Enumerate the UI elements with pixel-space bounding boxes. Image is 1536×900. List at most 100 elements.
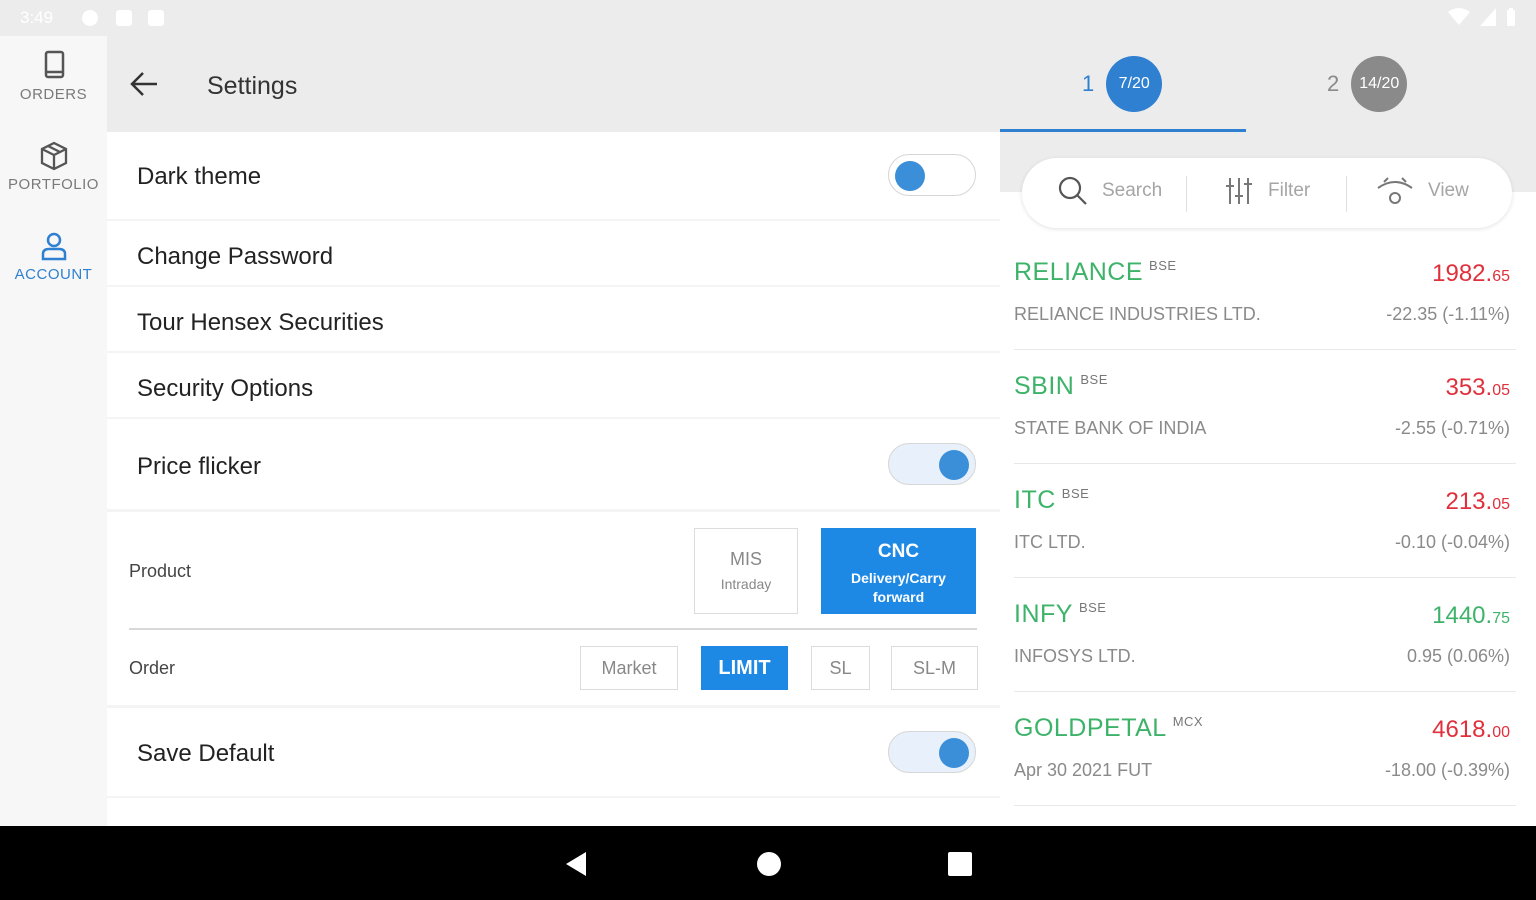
view-button[interactable]: View xyxy=(1376,176,1469,206)
tour-row[interactable]: Tour Hensex Securities xyxy=(107,287,1000,351)
search-label: Search xyxy=(1102,180,1163,201)
price-flicker-toggle[interactable] xyxy=(888,443,976,485)
nav-item-account[interactable]: ACCOUNT xyxy=(0,230,107,310)
toggle-knob xyxy=(939,738,969,768)
order-market-button[interactable]: Market xyxy=(580,646,678,690)
product-mis-button[interactable]: MIS Intraday xyxy=(694,528,798,614)
tour-label: Tour Hensex Securities xyxy=(137,309,384,336)
dark-theme-label: Dark theme xyxy=(137,163,262,190)
stock-symbol: RELIANCE BSE xyxy=(1014,258,1177,286)
stock-price: 1982.65 xyxy=(1432,260,1510,287)
filter-label: Filter xyxy=(1268,180,1311,201)
stock-name: STATE BANK OF INDIA xyxy=(1014,418,1207,438)
product-cnc-button[interactable]: CNC Delivery/Carry forward xyxy=(821,528,976,614)
recents-nav-button[interactable] xyxy=(948,852,972,876)
watchlist-item[interactable]: GOLDPETAL MCX Apr 30 2021 FUT 4618.00 -18… xyxy=(1014,692,1516,806)
stock-price: 1440.75 xyxy=(1432,602,1510,629)
watchlist-item[interactable]: RELIANCE BSE RELIANCE INDUSTRIES LTD. 198… xyxy=(1014,236,1516,350)
wifi-icon xyxy=(1448,8,1470,25)
product-mis-title: MIS xyxy=(729,549,762,569)
nav-label-orders: ORDERS xyxy=(19,86,88,103)
settings-row-partial xyxy=(107,798,1000,826)
divider xyxy=(129,628,977,630)
stock-symbol: INFY BSE xyxy=(1014,600,1107,628)
price-flicker-row: Price flicker xyxy=(107,419,1000,509)
change-password-label: Change Password xyxy=(137,243,334,270)
tab-watchlist-1[interactable]: 1 7/20 xyxy=(1082,56,1163,112)
stock-name: ITC LTD. xyxy=(1014,532,1086,552)
view-icon xyxy=(1377,177,1413,204)
nav-label-account: ACCOUNT xyxy=(14,266,93,283)
exchange-tag: BSE xyxy=(1149,258,1177,273)
save-default-label: Save Default xyxy=(137,740,275,767)
toggle-knob xyxy=(895,161,925,191)
user-icon xyxy=(41,232,66,261)
stock-change: -22.35 (-1.11%) xyxy=(1386,304,1510,324)
watchlist-tabs: 1 7/20 2 14/20 xyxy=(1000,36,1536,132)
stock-change: 0.95 (0.06%) xyxy=(1406,646,1510,666)
stock-change: -2.55 (-0.71%) xyxy=(1394,418,1510,438)
battery-icon xyxy=(1507,8,1515,26)
change-password-row[interactable]: Change Password xyxy=(107,221,1000,285)
order-sl-button[interactable]: SL xyxy=(811,646,870,690)
stock-symbol: GOLDPETAL MCX xyxy=(1014,714,1204,742)
watchlist-item[interactable]: INFY BSE INFOSYS LTD. 1440.75 0.95 (0.06%… xyxy=(1014,578,1516,692)
stock-price: 213.05 xyxy=(1445,488,1510,515)
settings-list: Dark theme Change Password Tour Hensex S… xyxy=(107,132,1000,826)
nav-item-orders[interactable]: ORDERS xyxy=(0,50,107,130)
sd-card-status-icon xyxy=(148,10,164,26)
order-limit-button[interactable]: LIMIT xyxy=(701,646,788,690)
save-default-toggle[interactable] xyxy=(888,731,976,773)
nav-item-portfolio[interactable]: PORTFOLIO xyxy=(0,140,107,220)
price-flicker-label: Price flicker xyxy=(137,453,262,480)
dark-theme-row: Dark theme xyxy=(107,132,1000,219)
left-nav: ORDERS PORTFOLIO ACCOUNT xyxy=(0,36,107,826)
filter-button[interactable]: Filter xyxy=(1224,176,1310,206)
back-nav-button[interactable] xyxy=(564,850,588,878)
exchange-tag: MCX xyxy=(1172,714,1204,729)
search-button[interactable]: Search xyxy=(1058,176,1162,206)
exchange-tag: BSE xyxy=(1061,486,1090,501)
security-options-label: Security Options xyxy=(137,375,314,402)
filter-sliders-icon xyxy=(1226,178,1252,204)
exchange-tag: BSE xyxy=(1080,372,1108,387)
tab-count-badge: 7/20 xyxy=(1106,56,1163,112)
back-button[interactable] xyxy=(129,70,161,103)
stock-change: -0.10 (-0.04%) xyxy=(1394,532,1510,552)
stock-price: 4618.00 xyxy=(1432,716,1510,743)
stock-symbol: SBIN BSE xyxy=(1014,372,1108,400)
order-label: Order xyxy=(129,658,176,678)
stock-symbol: ITC BSE xyxy=(1014,486,1090,514)
product-mis-sub: Intraday xyxy=(720,576,772,592)
status-bar: 3:49 xyxy=(0,0,1536,36)
save-default-row: Save Default xyxy=(107,708,1000,796)
stock-name: INFOSYS LTD. xyxy=(1014,646,1136,666)
watchlist-item[interactable]: SBIN BSE STATE BANK OF INDIA 353.05 -2.55… xyxy=(1014,350,1516,464)
stock-name: RELIANCE INDUSTRIES LTD. xyxy=(1014,304,1261,324)
order-defaults-row: Product MIS Intraday CNC Delivery/Carry … xyxy=(107,512,1000,705)
toggle-knob xyxy=(939,450,969,480)
stock-change: -18.00 (-0.39%) xyxy=(1384,760,1510,780)
signal-icon xyxy=(1480,8,1496,26)
box-icon xyxy=(40,141,67,171)
dark-theme-toggle[interactable] xyxy=(888,154,976,196)
order-slm-button[interactable]: SL-M xyxy=(891,646,978,690)
tab-watchlist-2[interactable]: 2 14/20 xyxy=(1327,56,1408,112)
product-cnc-title: CNC xyxy=(877,541,920,562)
notification-status-icon xyxy=(116,10,132,26)
view-label: View xyxy=(1428,180,1469,201)
product-label: Product xyxy=(129,561,192,581)
system-nav-bar xyxy=(0,826,1536,900)
page-title: Settings xyxy=(207,72,298,100)
watchlist-item[interactable]: ITC BSE ITC LTD. 213.05 -0.10 (-0.04%) xyxy=(1014,464,1516,578)
tab-count-badge: 14/20 xyxy=(1351,56,1408,112)
watchlist: Search Filter View RELIANCE BSE RELIANCE … xyxy=(1000,132,1536,826)
tab-number: 1 xyxy=(1082,71,1095,96)
book-icon xyxy=(44,50,64,79)
stock-name: Apr 30 2021 FUT xyxy=(1014,760,1153,780)
home-nav-button[interactable] xyxy=(756,851,782,877)
security-options-row[interactable]: Security Options xyxy=(107,353,1000,417)
product-cnc-sub: Delivery/Carry forward xyxy=(851,570,946,605)
watchlist-toolbar: Search Filter View xyxy=(1022,158,1512,228)
search-icon xyxy=(1058,176,1087,205)
